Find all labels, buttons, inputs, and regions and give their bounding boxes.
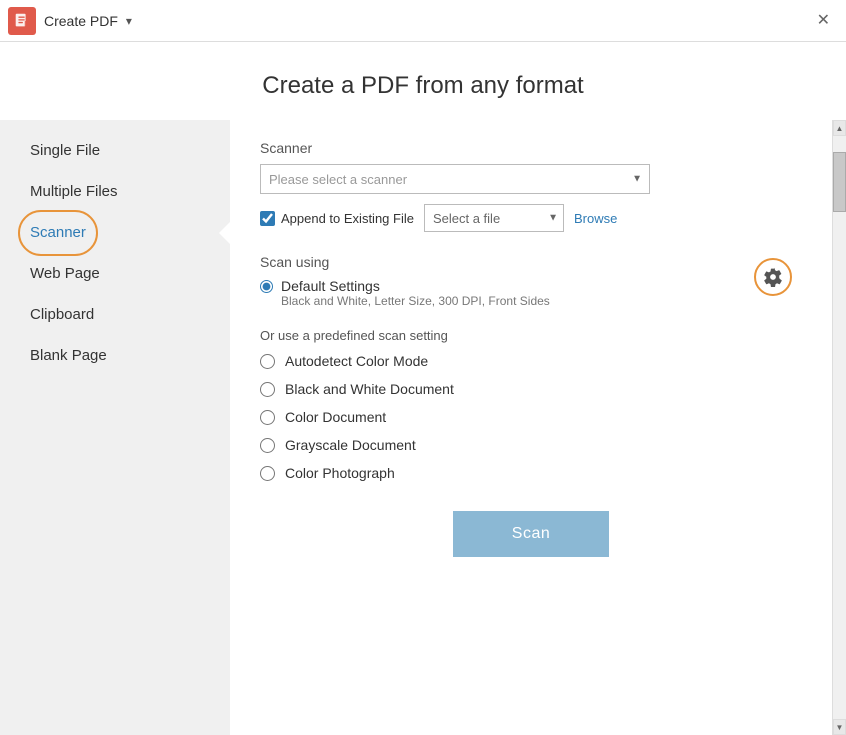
right-panel: Scanner Please select a scanner ▼ Append… (230, 120, 832, 735)
predefined-radio-list: Autodetect Color Mode Black and White Do… (260, 353, 802, 481)
title-bar: Create PDF ▾ ✕ (0, 0, 846, 42)
main-content: Create a PDF from any format Single File… (0, 42, 846, 735)
scrollbar-track: ▲ ▼ (832, 120, 846, 735)
file-select[interactable]: Select a file (424, 204, 564, 232)
default-settings-option: Default Settings Black and White, Letter… (260, 278, 754, 308)
scanner-label-wrapper: Scanner (30, 224, 86, 241)
sidebar: Single File Multiple Files Scanner Web P… (0, 120, 230, 735)
scan-using-label: Scan using (260, 254, 754, 270)
radio-autodetect-label[interactable]: Autodetect Color Mode (285, 353, 428, 369)
page-title: Create a PDF from any format (0, 42, 846, 120)
radio-row-bw-doc: Black and White Document (260, 381, 802, 397)
scan-button[interactable]: Scan (453, 511, 609, 557)
scroll-arrow-up[interactable]: ▲ (833, 120, 846, 136)
app-title: Create PDF (44, 13, 118, 29)
default-settings-sub-label: Black and White, Letter Size, 300 DPI, F… (281, 294, 550, 308)
default-settings-main-label: Default Settings (281, 278, 550, 294)
gear-icon (763, 267, 783, 287)
radio-grayscale-doc[interactable] (260, 438, 275, 453)
radio-row-autodetect: Autodetect Color Mode (260, 353, 802, 369)
default-settings-text: Default Settings Black and White, Letter… (281, 278, 550, 308)
scanner-dropdown-row: Please select a scanner ▼ (260, 164, 802, 194)
close-button[interactable]: ✕ (809, 9, 838, 33)
file-select-wrapper: Select a file ▼ (424, 204, 564, 232)
radio-color-doc-label[interactable]: Color Document (285, 409, 386, 425)
append-row: Append to Existing File Select a file ▼ … (260, 204, 802, 232)
radio-grayscale-doc-label[interactable]: Grayscale Document (285, 437, 416, 453)
radio-bw-doc-label[interactable]: Black and White Document (285, 381, 454, 397)
append-checkbox-label[interactable]: Append to Existing File (260, 211, 414, 226)
browse-link[interactable]: Browse (574, 211, 617, 226)
body-area: Single File Multiple Files Scanner Web P… (0, 120, 846, 735)
radio-color-doc[interactable] (260, 410, 275, 425)
sidebar-item-single-file[interactable]: Single File (0, 130, 230, 171)
scan-using-header: Scan using Default Settings Black and Wh… (260, 254, 802, 312)
scroll-arrow-down[interactable]: ▼ (833, 719, 846, 735)
radio-row-grayscale-doc: Grayscale Document (260, 437, 802, 453)
scan-using-left: Scan using Default Settings Black and Wh… (260, 254, 754, 312)
scanner-section-label: Scanner (260, 140, 802, 156)
scanner-select[interactable]: Please select a scanner (260, 164, 650, 194)
app-icon (8, 7, 36, 35)
predefined-label: Or use a predefined scan setting (260, 328, 802, 343)
radio-autodetect[interactable] (260, 354, 275, 369)
radio-bw-doc[interactable] (260, 382, 275, 397)
default-settings-radio[interactable] (260, 280, 273, 293)
sidebar-item-blank-page[interactable]: Blank Page (0, 335, 230, 376)
sidebar-item-scanner[interactable]: Scanner (0, 212, 230, 253)
scan-btn-row: Scan (260, 511, 802, 557)
scan-using-section: Scan using Default Settings Black and Wh… (260, 254, 802, 312)
radio-row-color-photo: Color Photograph (260, 465, 802, 481)
append-checkbox[interactable] (260, 211, 275, 226)
radio-color-photo[interactable] (260, 466, 275, 481)
scanner-select-wrapper: Please select a scanner ▼ (260, 164, 650, 194)
scroll-thumb[interactable] (833, 152, 846, 212)
radio-row-color-doc: Color Document (260, 409, 802, 425)
radio-color-photo-label[interactable]: Color Photograph (285, 465, 395, 481)
title-dropdown-arrow[interactable]: ▾ (126, 14, 132, 28)
sidebar-item-web-page[interactable]: Web Page (0, 253, 230, 294)
title-bar-left: Create PDF ▾ (8, 7, 132, 35)
gear-button[interactable] (754, 258, 792, 296)
sidebar-item-multiple-files[interactable]: Multiple Files (0, 171, 230, 212)
sidebar-item-clipboard[interactable]: Clipboard (0, 294, 230, 335)
scroll-space (833, 212, 846, 719)
